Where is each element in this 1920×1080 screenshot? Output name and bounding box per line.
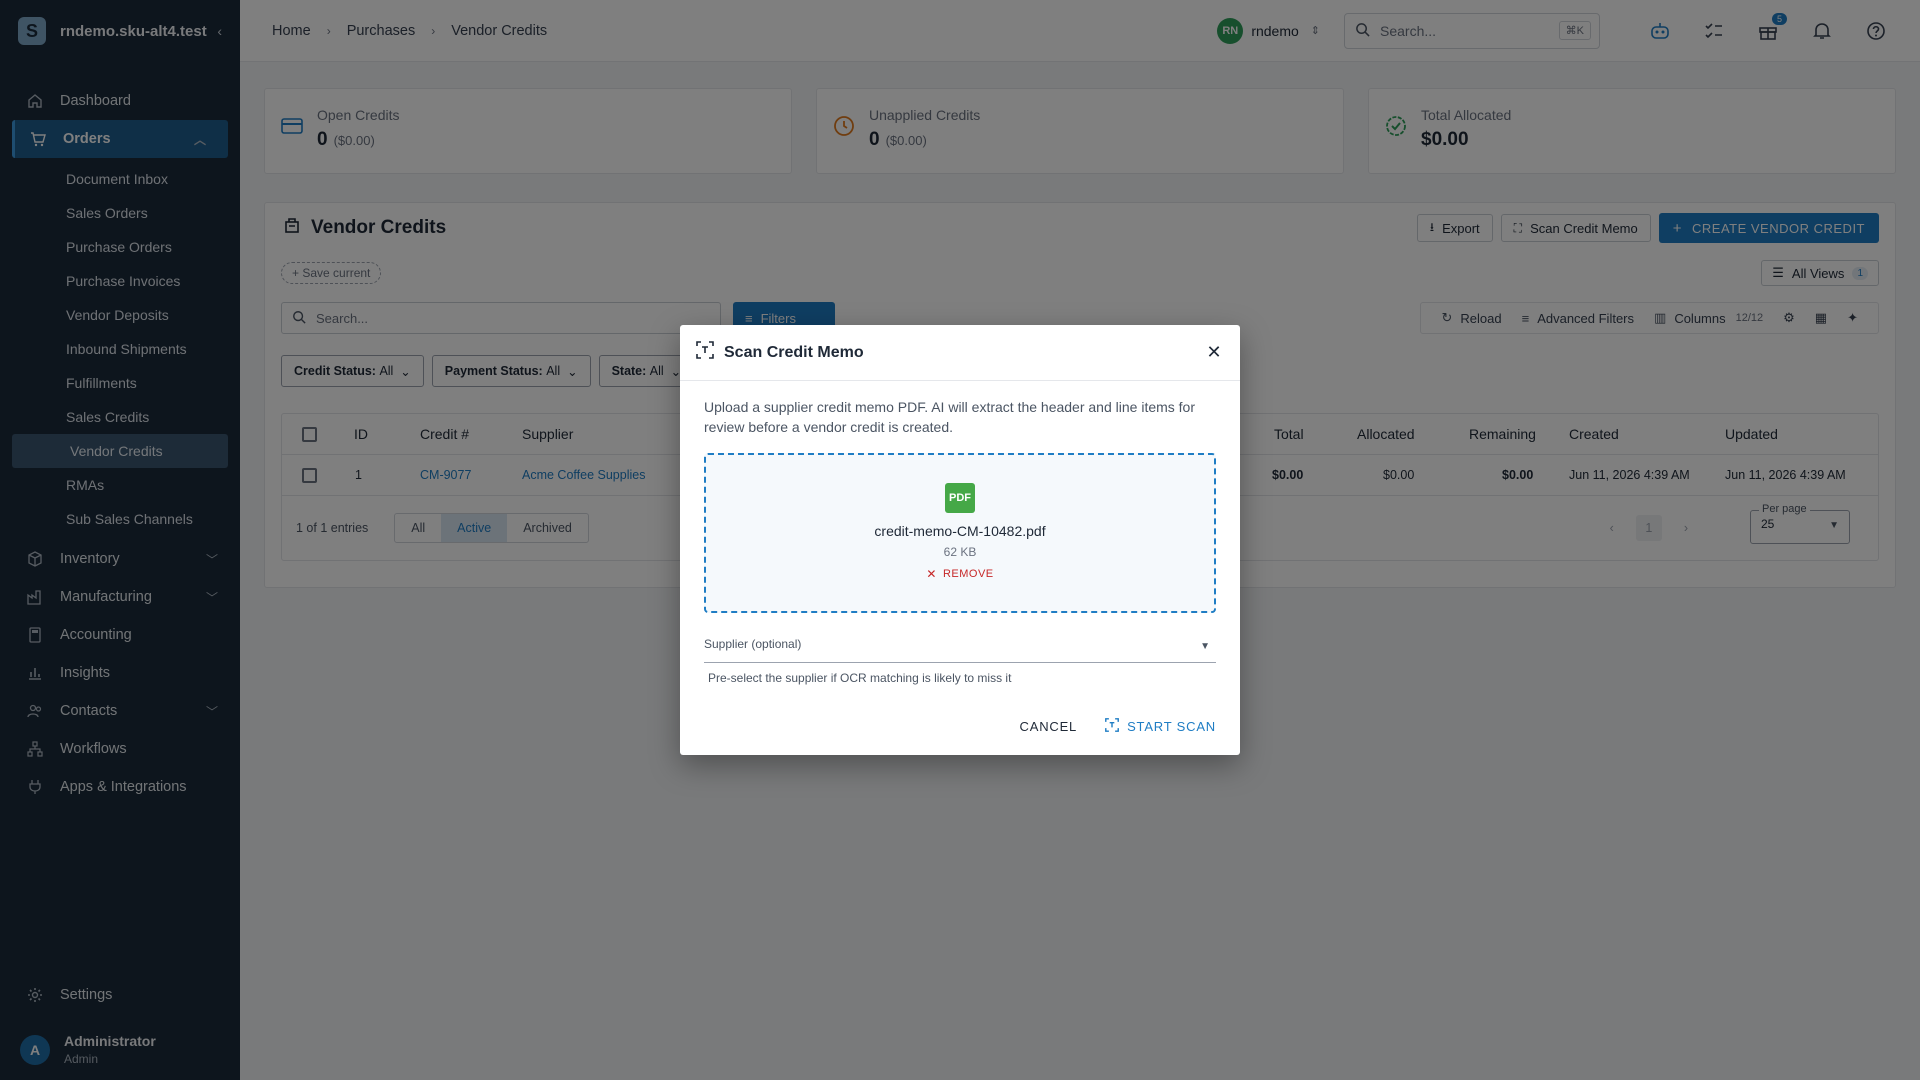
cancel-button[interactable]: CANCEL (1020, 719, 1078, 734)
remove-file-button[interactable]: ✕ REMOVE (926, 567, 993, 581)
dialog-header: Scan Credit Memo ✕ (680, 325, 1240, 381)
dialog-actions: CANCEL START SCAN (1020, 718, 1216, 735)
dropdown-arrow-icon: ▼ (1200, 641, 1210, 652)
dialog-title: Scan Credit Memo (696, 341, 1204, 364)
file-name: credit-memo-CM-10482.pdf (874, 523, 1046, 539)
supplier-select[interactable]: Supplier (optional) ▼ (704, 635, 1216, 663)
file-dropzone[interactable]: PDF credit-memo-CM-10482.pdf 62 KB ✕ REMO… (704, 453, 1216, 613)
supplier-label: Supplier (optional) (704, 637, 802, 651)
remove-label: REMOVE (942, 568, 994, 580)
start-scan-button[interactable]: START SCAN (1105, 718, 1216, 735)
scan-icon (696, 341, 714, 364)
dialog-title-text: Scan Credit Memo (724, 343, 864, 361)
start-scan-label: START SCAN (1127, 719, 1216, 734)
file-size: 62 KB (943, 545, 977, 559)
supplier-helper-text: Pre-select the supplier if OCR matching … (708, 671, 1012, 685)
close-icon: ✕ (926, 567, 937, 581)
pdf-file-icon: PDF (945, 483, 975, 513)
scan-icon (1105, 718, 1120, 735)
close-icon[interactable]: ✕ (1204, 342, 1224, 363)
dialog-description: Upload a supplier credit memo PDF. AI wi… (704, 399, 1196, 435)
scan-credit-memo-dialog: Scan Credit Memo ✕ Upload a supplier cre… (680, 325, 1240, 755)
dialog-body: Upload a supplier credit memo PDF. AI wi… (680, 381, 1240, 685)
